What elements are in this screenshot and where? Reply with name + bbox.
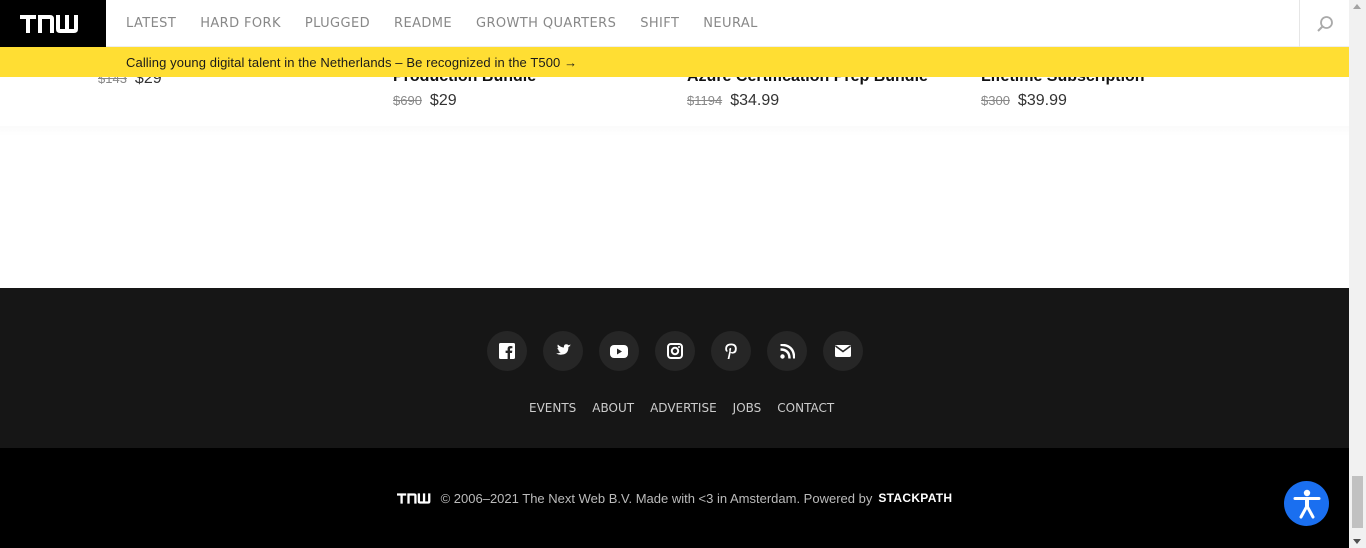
tnw-logo[interactable]: [0, 0, 106, 47]
footer-link-advertise[interactable]: ADVERTISE: [650, 401, 717, 415]
footer-links: EVENTS ABOUT ADVERTISE JOBS CONTACT: [529, 401, 834, 415]
nav-latest[interactable]: LATEST: [126, 16, 176, 31]
nav-hard-fork[interactable]: HARD FORK: [200, 16, 281, 31]
footer: EVENTS ABOUT ADVERTISE JOBS CONTACT: [0, 288, 1349, 448]
pinterest-icon: [725, 343, 737, 359]
instagram-icon: [667, 343, 683, 359]
copyright-text: © 2006–2021 The Next Web B.V. Made with …: [440, 490, 873, 506]
old-price: $1194: [687, 93, 723, 108]
deal-prices: $300 $39.99: [981, 92, 1145, 110]
nav-neural[interactable]: NEURAL: [703, 16, 758, 31]
facebook-icon: [499, 343, 515, 359]
footer-link-jobs[interactable]: JOBS: [733, 401, 762, 415]
scroll-down-arrow-icon[interactable]: [1353, 539, 1361, 544]
footer-link-about[interactable]: ABOUT: [592, 401, 634, 415]
scroll-thumb[interactable]: [1352, 476, 1363, 528]
new-price: $39.99: [1017, 92, 1067, 109]
twitter-button[interactable]: [543, 331, 583, 371]
banner-text[interactable]: Calling young digital talent in the Neth…: [126, 55, 577, 70]
new-price: $34.99: [730, 92, 780, 109]
promo-banner[interactable]: Calling young digital talent in the Neth…: [0, 47, 1349, 77]
search-button[interactable]: [1299, 0, 1349, 47]
nav-plugged[interactable]: PLUGGED: [305, 16, 370, 31]
rss-button[interactable]: [767, 331, 807, 371]
main-nav: LATEST HARD FORK PLUGGED README GROWTH Q…: [126, 0, 782, 47]
twitter-icon: [556, 344, 571, 355]
footer-bottom: © 2006–2021 The Next Web B.V. Made with …: [0, 448, 1349, 548]
accessibility-button[interactable]: [1284, 481, 1329, 526]
youtube-button[interactable]: [599, 331, 639, 371]
nav-growth-quarters[interactable]: GROWTH QUARTERS: [476, 16, 616, 31]
rss-icon: [779, 343, 795, 359]
pinterest-button[interactable]: [711, 331, 751, 371]
top-navbar: LATEST HARD FORK PLUGGED README GROWTH Q…: [0, 0, 1349, 47]
search-icon: [1316, 15, 1333, 32]
old-price: $690: [393, 93, 422, 108]
youtube-icon: [610, 344, 628, 358]
email-button[interactable]: [823, 331, 863, 371]
nav-readme[interactable]: README: [394, 16, 452, 31]
scroll-up-arrow-icon[interactable]: [1353, 4, 1361, 9]
tnw-footer-logo[interactable]: [396, 492, 435, 504]
instagram-button[interactable]: [655, 331, 695, 371]
new-price: $29: [429, 92, 457, 109]
accessibility-icon: [1293, 489, 1320, 518]
stackpath-link[interactable]: STACKPATH: [878, 491, 952, 505]
deal-prices: $1194 $34.99: [687, 92, 928, 110]
scrollbar[interactable]: [1349, 0, 1366, 548]
tnw-logo-icon: [20, 14, 78, 33]
page: $143 $29 Production Bundle $690 $29 Azur…: [0, 0, 1366, 548]
facebook-button[interactable]: [487, 331, 527, 371]
email-icon: [835, 345, 851, 357]
footer-link-contact[interactable]: CONTACT: [777, 401, 834, 415]
deal-prices: $690 $29: [393, 92, 536, 110]
copyright: © 2006–2021 The Next Web B.V. Made with …: [396, 490, 953, 506]
nav-shift[interactable]: SHIFT: [640, 16, 679, 31]
old-price: $300: [981, 93, 1010, 108]
social-links: [487, 331, 863, 371]
footer-link-events[interactable]: EVENTS: [529, 401, 576, 415]
